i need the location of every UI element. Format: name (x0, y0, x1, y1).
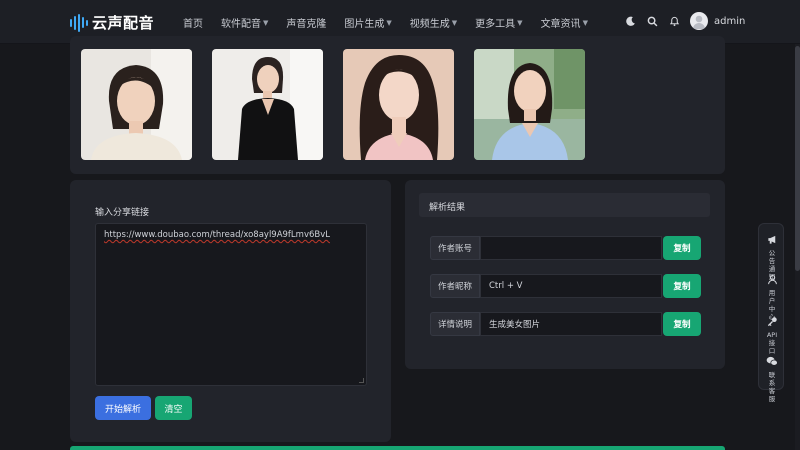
user-icon (767, 270, 778, 289)
author-nickname-field[interactable]: Ctrl + V (480, 274, 662, 298)
side-item-label: 联系客服 (768, 371, 776, 403)
start-parse-button[interactable]: 开始解析 (95, 396, 151, 420)
megaphone-icon (767, 230, 778, 249)
nav-label: 文章资讯 (540, 19, 581, 30)
moon-icon[interactable] (624, 15, 636, 27)
nav-label: 声音克隆 (286, 19, 327, 30)
chevron-down-icon: ▼ (582, 18, 588, 27)
link-input-panel: 输入分享链接 https://www.doubao.com/thread/xo8… (70, 180, 391, 442)
main-nav: 首页 软件配音 ▼ 声音克隆 图片生成 ▼ 视频生成 ▼ 更多工具 ▼ 文章资讯 ▼ (183, 15, 588, 31)
copy-button[interactable]: 复制 (663, 236, 701, 260)
row-label: 详情说明 (430, 312, 480, 336)
floating-side-toolbar: 公告通知 用户中心 API接口 联系客服 (758, 223, 785, 403)
soundwave-icon (70, 13, 88, 32)
key-icon (767, 312, 778, 331)
user-avatar-icon[interactable] (690, 12, 708, 30)
result-row-description: 详情说明 生成美女图片 复制 (430, 312, 701, 336)
chevron-down-icon: ▼ (451, 18, 458, 27)
share-link-textarea[interactable]: https://www.doubao.com/thread/xo8ayl9A9f… (95, 223, 367, 386)
resize-handle[interactable] (359, 378, 364, 383)
result-title: 解析结果 (419, 193, 710, 217)
nav-item-video-gen[interactable]: 视频生成 ▼ (409, 15, 458, 31)
nav-item-articles[interactable]: 文章资讯 ▼ (540, 15, 588, 31)
clear-button[interactable]: 清空 (155, 396, 192, 420)
chevron-down-icon: ▼ (386, 18, 392, 27)
result-row-author-nickname: 作者昵称 Ctrl + V 复制 (430, 274, 701, 298)
bell-icon[interactable] (668, 15, 680, 27)
gallery-image[interactable] (212, 49, 323, 160)
nav-label: 图片生成 (344, 19, 385, 30)
copy-button[interactable]: 复制 (663, 312, 701, 336)
nav-item-voice-clone[interactable]: 声音克隆 (286, 15, 326, 30)
gallery-image[interactable] (81, 49, 192, 160)
chevron-down-icon: ▼ (517, 18, 523, 27)
result-row-author-account: 作者账号 复制 (430, 236, 701, 260)
side-item-api[interactable]: API接口 (759, 312, 785, 355)
nav-label: 视频生成 (409, 19, 450, 30)
nav-item-home[interactable]: 首页 (183, 15, 203, 30)
side-item-contact-support[interactable]: 联系客服 (759, 352, 785, 403)
header-tools: admin (624, 12, 745, 30)
search-icon[interactable] (646, 15, 658, 27)
nav-item-image-gen[interactable]: 图片生成 ▼ (344, 15, 392, 31)
copy-button[interactable]: 复制 (663, 274, 701, 298)
scrollbar-thumb[interactable] (795, 46, 800, 271)
gallery-image[interactable] (474, 49, 585, 160)
row-label: 作者昵称 (430, 274, 480, 298)
share-link-value: https://www.doubao.com/thread/xo8ayl9A9f… (104, 230, 330, 240)
logo-text: 云声配音 (92, 14, 155, 32)
chevron-down-icon: ▼ (263, 18, 269, 27)
page-scrollbar[interactable] (795, 44, 800, 450)
parse-result-panel: 解析结果 作者账号 复制 作者昵称 Ctrl + V 复制 详情说明 生成美女图… (405, 180, 725, 369)
nav-label: 软件配音 (221, 19, 261, 30)
author-account-field[interactable] (480, 236, 662, 260)
gallery-image[interactable] (343, 49, 454, 160)
image-gallery (70, 36, 725, 174)
nav-label: 更多工具 (475, 19, 516, 30)
nav-item-more-tools[interactable]: 更多工具 ▼ (475, 15, 523, 31)
wechat-icon (766, 352, 778, 371)
bottom-panel-edge (70, 446, 725, 450)
description-field[interactable]: 生成美女图片 (480, 312, 662, 336)
share-link-label: 输入分享链接 (95, 208, 150, 218)
row-label: 作者账号 (430, 236, 480, 260)
site-logo[interactable]: 云声配音 (70, 12, 154, 33)
nav-item-software-dubbing[interactable]: 软件配音 ▼ (221, 15, 269, 31)
username[interactable]: admin (714, 16, 745, 27)
nav-label: 首页 (183, 19, 203, 30)
